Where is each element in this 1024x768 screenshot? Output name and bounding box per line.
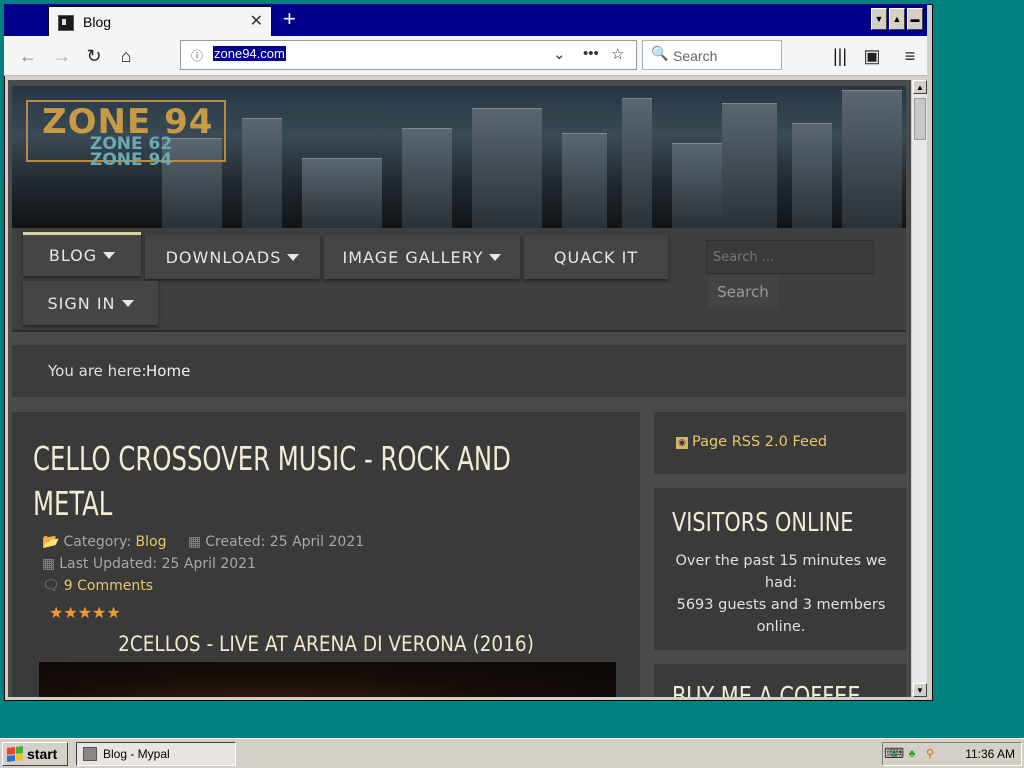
- coffee-title: BUY ME A COFFEE: [672, 682, 861, 697]
- caret-down-icon: [287, 253, 300, 261]
- library-icon[interactable]: |||: [828, 44, 852, 68]
- article-updated: ▦ Last Updated: 25 April 2021: [42, 556, 256, 572]
- menu-hamburger-icon[interactable]: ≡: [898, 44, 922, 68]
- scroll-up-icon[interactable]: ▲: [913, 80, 927, 94]
- created-date: Created: 25 April 2021: [205, 534, 365, 550]
- menu-label: BLOG: [48, 246, 98, 265]
- breadcrumb-home-link[interactable]: Home: [146, 362, 190, 380]
- site-banner[interactable]: ZONE 94 ZONE 62 ZONE 94: [12, 86, 906, 228]
- comment-icon: 🗨: [42, 578, 60, 594]
- rss-feed-box: ◉ Page RSS 2.0 Feed: [654, 412, 906, 474]
- breadcrumb: You are here: Home: [12, 345, 906, 397]
- site-logo[interactable]: ZONE 94 ZONE 62 ZONE 94: [26, 100, 226, 170]
- tab-list-button[interactable]: ▼: [871, 8, 887, 30]
- article-title[interactable]: CELLO CROSSOVER MUSIC - ROCK AND METAL: [33, 436, 574, 526]
- calendar-icon: ▦: [188, 534, 202, 550]
- network-icon[interactable]: ♣: [905, 747, 919, 761]
- info-icon[interactable]: ⓘ: [191, 47, 203, 64]
- url-text[interactable]: zone94.com: [213, 46, 286, 61]
- comments-link[interactable]: 9 Comments: [64, 578, 153, 594]
- article: CELLO CROSSOVER MUSIC - ROCK AND METAL 📂…: [12, 412, 640, 697]
- minimize-button[interactable]: ▬: [907, 8, 923, 30]
- visitors-text: Over the past 15 minutes we had: 5693 gu…: [668, 550, 894, 638]
- visitors-line-2: 5693 guests and 3 members online.: [676, 597, 886, 635]
- folder-icon: 📂: [42, 534, 60, 550]
- rating-stars[interactable]: ★★★★★: [49, 603, 121, 622]
- menu-item-downloads[interactable]: DOWNLOADS: [145, 235, 320, 279]
- site-search-button[interactable]: Search: [708, 276, 778, 308]
- menu-label: DOWNLOADS: [165, 247, 282, 267]
- taskbar-window-label: Blog - Mypal: [103, 747, 170, 761]
- rss-label: Page RSS 2.0 Feed: [692, 434, 828, 450]
- menu-label: IMAGE GALLERY: [342, 247, 484, 267]
- tab-close-icon[interactable]: ✕: [250, 11, 263, 31]
- breadcrumb-label: You are here:: [48, 362, 147, 380]
- dropdown-chevron-icon[interactable]: ⌄: [553, 45, 566, 63]
- menu-item-blog[interactable]: BLOG: [23, 232, 141, 276]
- start-button[interactable]: start: [2, 742, 68, 766]
- url-bar[interactable]: ⓘ zone94.com ⌄ ••• ☆: [180, 40, 637, 70]
- page-actions-icon[interactable]: •••: [583, 45, 599, 62]
- site-search-input[interactable]: Search ...: [706, 240, 874, 274]
- tab-bar: Blog ✕ + ▼ ▲ ▬: [4, 4, 927, 36]
- rss-icon: ◉: [676, 437, 688, 449]
- site-favicon-icon: [58, 15, 74, 31]
- caret-down-icon: [121, 299, 134, 307]
- taskbar-window-button[interactable]: Blog - Mypal: [76, 742, 236, 766]
- caret-down-icon: [103, 252, 116, 259]
- menu-item-sign-in[interactable]: SIGN IN: [23, 281, 158, 325]
- coffee-box: BUY ME A COFFEE: [654, 664, 906, 697]
- menu-item-quack-it[interactable]: QUACK IT: [524, 235, 668, 279]
- app-icon: [83, 747, 97, 761]
- bookmark-star-icon[interactable]: ☆: [611, 45, 624, 63]
- restore-button[interactable]: ▲: [889, 8, 905, 30]
- scroll-down-icon[interactable]: ▼: [913, 683, 927, 697]
- visitors-title: VISITORS ONLINE: [672, 508, 854, 538]
- clock[interactable]: 11:36 AM: [965, 747, 1015, 761]
- magnifier-icon[interactable]: ⚲: [923, 747, 937, 761]
- keyboard-icon[interactable]: ⌨: [884, 745, 904, 762]
- navigation-toolbar: ← → ↻ ⌂ ⓘ zone94.com ⌄ ••• ☆ 🔍 Search ||…: [4, 36, 927, 76]
- category-link[interactable]: Blog: [136, 534, 167, 550]
- menu-label: SIGN IN: [47, 293, 116, 313]
- web-page: ZONE 94 ZONE 62 ZONE 94 BLOG DOWNLOADS I…: [8, 80, 911, 697]
- calendar-icon: ▦: [42, 556, 56, 572]
- forward-arrow-icon[interactable]: →: [50, 44, 74, 68]
- taskbar: start Blog - Mypal ⛨ ♣ ⚲ 11:36 AM: [0, 738, 1024, 768]
- home-icon[interactable]: ⌂: [114, 44, 138, 68]
- scroll-thumb[interactable]: [914, 98, 926, 140]
- page-scrollbar[interactable]: ▲ ▼: [911, 80, 927, 697]
- search-placeholder: Search: [673, 48, 718, 64]
- browser-search-bar[interactable]: 🔍 Search: [642, 40, 782, 70]
- category-label: Category:: [63, 534, 132, 550]
- visitors-line-1: Over the past 15 minutes we had:: [675, 553, 887, 591]
- video-embed[interactable]: [39, 662, 616, 697]
- caret-down-icon: [489, 253, 502, 261]
- visitors-online-box: VISITORS ONLINE Over the past 15 minutes…: [654, 488, 906, 650]
- window-controls: ▼ ▲ ▬: [871, 8, 923, 30]
- back-arrow-icon[interactable]: ←: [16, 44, 40, 68]
- start-label: start: [27, 746, 58, 762]
- new-tab-button[interactable]: +: [283, 6, 296, 32]
- menu-label: QUACK IT: [553, 247, 639, 267]
- windows-logo-icon: [7, 746, 23, 762]
- article-category: 📂 Category: Blog: [42, 534, 167, 550]
- menu-item-image-gallery[interactable]: IMAGE GALLERY: [324, 235, 520, 279]
- tab-title: Blog: [83, 14, 112, 30]
- tab-blog[interactable]: Blog ✕: [48, 6, 272, 36]
- rss-feed-link[interactable]: ◉ Page RSS 2.0 Feed: [676, 434, 827, 450]
- article-created: ▦ Created: 25 April 2021: [188, 534, 364, 550]
- article-subheading: 2CELLOS - LIVE AT ARENA DI VERONA (2016): [118, 632, 534, 656]
- search-icon: 🔍: [651, 45, 669, 61]
- reload-icon[interactable]: ↻: [82, 44, 106, 68]
- site-menu: BLOG DOWNLOADS IMAGE GALLERY QUACK IT SI…: [12, 228, 906, 332]
- logo-sub-text-2: ZONE 94: [90, 150, 173, 170]
- sidebar-toggle-icon[interactable]: ▣: [860, 44, 884, 68]
- updated-date: Last Updated: 25 April 2021: [59, 556, 256, 572]
- article-comments[interactable]: 🗨 9 Comments: [42, 578, 153, 594]
